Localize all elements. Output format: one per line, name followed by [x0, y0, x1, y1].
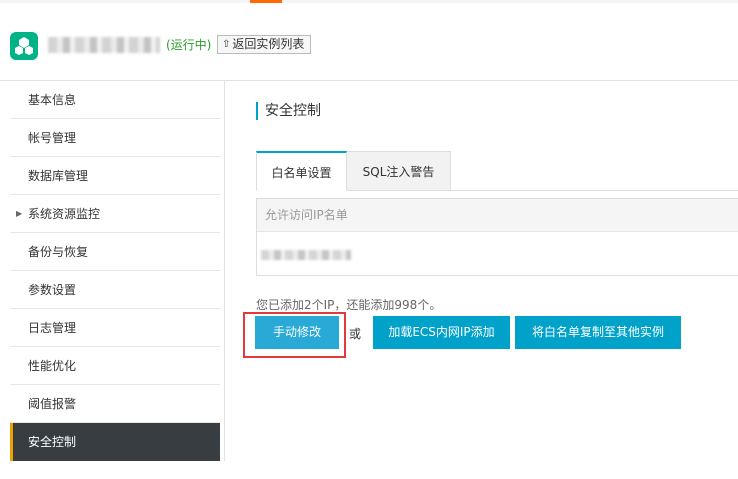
table-header: 允许访问IP名单 — [257, 199, 738, 232]
sidebar-item-logs[interactable]: 日志管理 — [10, 309, 220, 347]
sidebar-item-label: 系统资源监控 — [28, 207, 101, 221]
sidebar-item-backup-restore[interactable]: 备份与恢复 — [10, 233, 220, 271]
sidebar-item-parameters[interactable]: 参数设置 — [10, 271, 220, 309]
sidebar-item-label: 参数设置 — [28, 283, 77, 297]
instance-status: (运行中) — [166, 38, 212, 52]
sidebar-item-performance[interactable]: 性能优化 — [10, 347, 220, 385]
tab-whitelist[interactable]: 白名单设置 — [256, 151, 347, 191]
sidebar-item-label: 安全控制 — [28, 435, 77, 449]
sidebar-item-label: 日志管理 — [28, 321, 77, 335]
top-border — [0, 0, 738, 3]
instance-name-redacted — [48, 37, 160, 53]
load-ecs-ip-button[interactable]: 加载ECS内网IP添加 — [373, 316, 510, 349]
sidebar: 基本信息 帐号管理 数据库管理 ▶ 系统资源监控 备份与恢复 参数设置 日志管理 … — [10, 81, 225, 461]
caret-right-icon: ▶ — [16, 209, 23, 218]
or-text: 或 — [349, 327, 362, 341]
page-title: 安全控制 — [256, 102, 321, 120]
ip-list-redacted — [261, 250, 351, 260]
sidebar-item-label: 阈值报警 — [28, 397, 77, 411]
copy-whitelist-button[interactable]: 将白名单复制至其他实例 — [515, 316, 681, 349]
sidebar-item-label: 基本信息 — [28, 93, 77, 107]
sidebar-item-monitoring[interactable]: ▶ 系统资源监控 — [10, 195, 220, 233]
sidebar-item-label: 数据库管理 — [28, 169, 89, 183]
back-to-instance-list-button[interactable]: ⇧ 返回实例列表 — [217, 35, 312, 54]
ip-count-text: 您已添加2个IP，还能添加998个。 — [256, 298, 442, 312]
tab-sql-injection-warning[interactable]: SQL注入警告 — [347, 151, 451, 191]
app-logo-icon — [10, 32, 38, 60]
sidebar-item-accounts[interactable]: 帐号管理 — [10, 119, 220, 157]
back-button-label: 返回实例列表 — [232, 37, 305, 51]
tab-bar: 白名单设置 SQL注入警告 — [256, 151, 738, 191]
manual-edit-button[interactable]: 手动修改 — [255, 316, 339, 349]
sidebar-item-databases[interactable]: 数据库管理 — [10, 157, 220, 195]
sidebar-item-label: 性能优化 — [28, 359, 77, 373]
sidebar-item-threshold-alerts[interactable]: 阈值报警 — [10, 385, 220, 423]
sidebar-item-label: 帐号管理 — [28, 131, 77, 145]
sidebar-item-label: 备份与恢复 — [28, 245, 89, 259]
sidebar-item-security[interactable]: 安全控制 — [10, 423, 220, 461]
top-accent-bar — [250, 0, 282, 3]
whitelist-table: 允许访问IP名单 — [256, 198, 738, 276]
instance-header: (运行中) ⇧ 返回实例列表 — [0, 20, 738, 72]
up-arrow-icon: ⇧ — [222, 39, 231, 50]
sidebar-item-basic-info[interactable]: 基本信息 — [10, 81, 220, 119]
